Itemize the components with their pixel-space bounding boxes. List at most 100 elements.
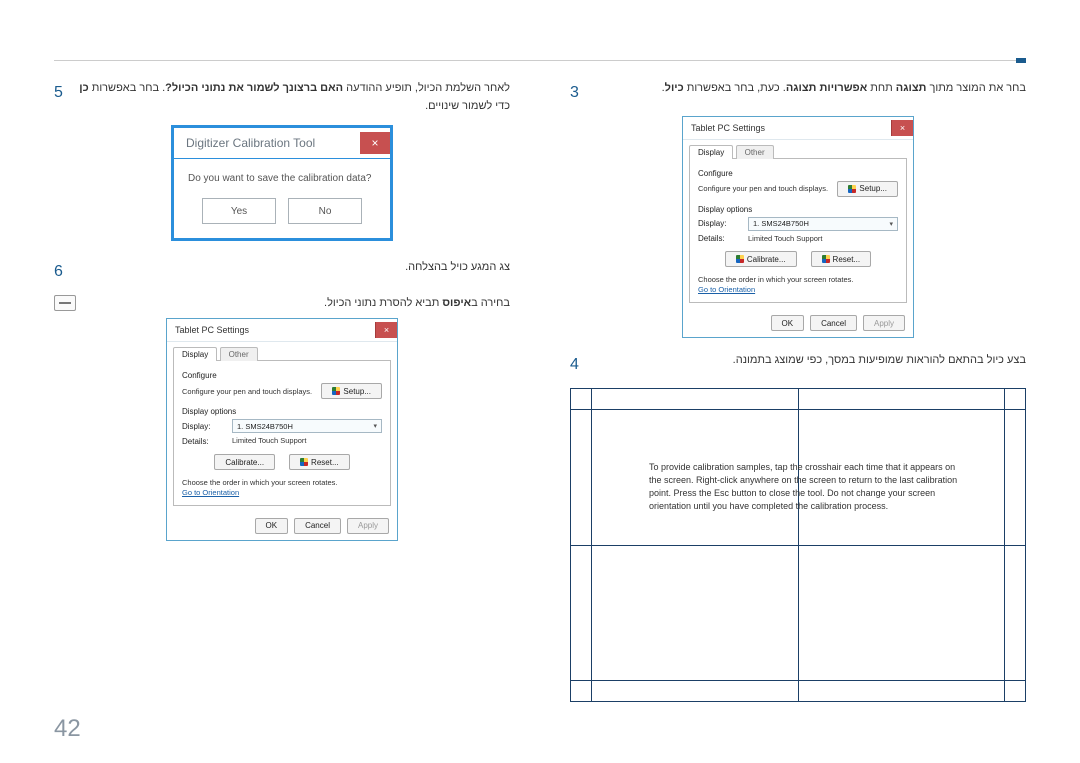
details-value-1: Limited Touch Support (748, 234, 823, 244)
chevron-down-icon: ▾ (889, 220, 893, 228)
apply-button-2[interactable]: Apply (347, 518, 389, 534)
calibrate-button-1[interactable]: Calibrate... (725, 251, 797, 267)
display-select-1[interactable]: 1. SMS24B750H ▾ (748, 217, 898, 231)
orientation-link-1[interactable]: Go to Orientation (698, 285, 898, 294)
step-6-text: צג המגע כויל בהצלחה. (77, 259, 510, 277)
tab-body-2: Configure Configure your pen and touch d… (173, 360, 391, 506)
window-titlebar-2: Tablet PC Settings × (167, 319, 397, 342)
dialog-body-text: Do you want to save the calibration data… (174, 159, 390, 194)
dialog-bottom-buttons-1: OK Cancel Apply (683, 309, 913, 337)
window-titlebar-1: Tablet PC Settings × (683, 117, 913, 140)
reset-button-2[interactable]: Reset... (289, 454, 350, 470)
page-number: 42 (54, 715, 81, 743)
reset-button-1[interactable]: Reset... (811, 251, 872, 267)
right-column: 3 בחר את המוצר מתוך תצוגה תחת אפשרויות ת… (570, 80, 1026, 713)
step-6-number: 6 (54, 259, 63, 285)
apply-button-1[interactable]: Apply (863, 315, 905, 331)
tablet-settings-window-1: Tablet PC Settings × Display Other Confi… (682, 116, 914, 339)
setup-button-1[interactable]: Setup... (837, 181, 898, 197)
rotate-text-2: Choose the order in which your screen ro… (182, 478, 382, 488)
cancel-button-2[interactable]: Cancel (294, 518, 341, 534)
step-3-number: 3 (570, 80, 579, 106)
dialog-titlebar: Digitizer Calibration Tool × (174, 128, 390, 159)
calibrate-button-2[interactable]: Calibrate... (214, 454, 275, 470)
note-text: בחירה באיפוס תביא להסרת נתוני הכיול. (86, 295, 510, 313)
dialog-bottom-buttons-2: OK Cancel Apply (167, 512, 397, 540)
close-icon[interactable]: × (891, 120, 913, 136)
step-5: 5 לאחר השלמת הכיול, תופיע ההודעה האם ברצ… (54, 80, 510, 115)
dialog-title: Digitizer Calibration Tool (186, 136, 360, 150)
step-4-text: בצע כיול בהתאם להוראות שמופיעות במסך, כפ… (593, 352, 1026, 370)
left-column: 5 לאחר השלמת הכיול, תופיע ההודעה האם ברצ… (54, 80, 510, 713)
tabs-1: Display Other (683, 140, 913, 158)
configure-desc-1: Configure your pen and touch displays. (698, 184, 829, 194)
cancel-button-1[interactable]: Cancel (810, 315, 857, 331)
configure-label-1: Configure (698, 169, 898, 178)
note-pre: בחירה ב (471, 297, 510, 309)
step-3-mid2: . כעת, בחר באפשרות (684, 82, 786, 94)
step-3-mid1: תחת (867, 82, 896, 94)
window-title-1: Tablet PC Settings (691, 123, 891, 133)
calibrate-button-label-1: Calibrate... (747, 255, 786, 264)
save-calibration-dialog: Digitizer Calibration Tool × Do you want… (171, 125, 393, 241)
display-select-2[interactable]: 1. SMS24B750H ▾ (232, 419, 382, 433)
setup-button-label-2: Setup... (343, 387, 371, 396)
ok-button-1[interactable]: OK (771, 315, 805, 331)
display-options-label-1: Display options (698, 205, 898, 214)
setup-button-label-1: Setup... (859, 184, 887, 193)
tablet-settings-window-2: Tablet PC Settings × Display Other Confi… (166, 318, 398, 541)
tabs-2: Display Other (167, 342, 397, 360)
tab-display-2[interactable]: Display (173, 347, 217, 361)
details-value-2: Limited Touch Support (232, 436, 307, 446)
display-value-2: 1. SMS24B750H (237, 422, 293, 431)
dialog-buttons: Yes No (174, 194, 390, 238)
step-5-text: לאחר השלמת הכיול, תופיע ההודעה האם ברצונ… (77, 80, 510, 115)
step-4-number: 4 (570, 352, 579, 378)
grid-line (571, 680, 1025, 681)
content-grid: 5 לאחר השלמת הכיול, תופיע ההודעה האם ברצ… (54, 80, 1026, 713)
no-button[interactable]: No (288, 198, 362, 224)
calibration-area: To provide calibration samples, tap the … (570, 388, 1026, 702)
tab-body-1: Configure Configure your pen and touch d… (689, 158, 907, 304)
setup-button-2[interactable]: Setup... (321, 383, 382, 399)
chevron-down-icon: ▾ (373, 422, 377, 430)
step-5-mid: . בחר באפשרות (89, 82, 165, 94)
display-key-2: Display: (182, 422, 224, 431)
grid-line (571, 545, 1025, 546)
shield-icon (848, 185, 856, 193)
display-options-label-2: Display options (182, 407, 382, 416)
configure-label-2: Configure (182, 371, 382, 380)
step-5-b2: כן (79, 82, 88, 94)
close-icon[interactable]: × (375, 322, 397, 338)
tab-display-1[interactable]: Display (689, 145, 733, 159)
step-5-post: כדי לשמור שינויים. (425, 100, 510, 112)
top-rule (54, 60, 1026, 61)
step-4: 4 בצע כיול בהתאם להוראות שמופיעות במסך, … (570, 352, 1026, 378)
tab-other-2[interactable]: Other (220, 347, 258, 361)
shield-icon (736, 255, 744, 263)
reset-button-label-1: Reset... (833, 255, 861, 264)
tab-other-1[interactable]: Other (736, 145, 774, 159)
display-value-1: 1. SMS24B750H (753, 219, 809, 228)
step-3-b1: תצוגה (896, 82, 927, 94)
display-key-1: Display: (698, 219, 740, 228)
shield-icon (300, 458, 308, 466)
ok-button-2[interactable]: OK (255, 518, 289, 534)
close-icon[interactable]: × (360, 132, 390, 154)
shield-icon (332, 387, 340, 395)
window-title-2: Tablet PC Settings (175, 325, 375, 335)
shield-icon (822, 255, 830, 263)
note-post: תביא להסרת נתוני הכיול. (324, 297, 442, 309)
step-3-b2: אפשרויות תצוגה (786, 82, 867, 94)
calibration-message: To provide calibration samples, tap the … (649, 461, 965, 513)
configure-desc-2: Configure your pen and touch displays. (182, 387, 313, 397)
step-3: 3 בחר את המוצר מתוך תצוגה תחת אפשרויות ת… (570, 80, 1026, 106)
grid-line (571, 409, 1025, 410)
step-5-b1: האם ברצונך לשמור את נתוני הכיול? (165, 82, 343, 94)
note-b: איפוס (442, 297, 471, 309)
orientation-link-2[interactable]: Go to Orientation (182, 488, 382, 497)
step-3-pre: בחר את המוצר מתוך (926, 82, 1026, 94)
step-3-b3: כיול (665, 82, 684, 94)
yes-button[interactable]: Yes (202, 198, 276, 224)
reset-note: בחירה באיפוס תביא להסרת נתוני הכיול. (54, 295, 510, 313)
